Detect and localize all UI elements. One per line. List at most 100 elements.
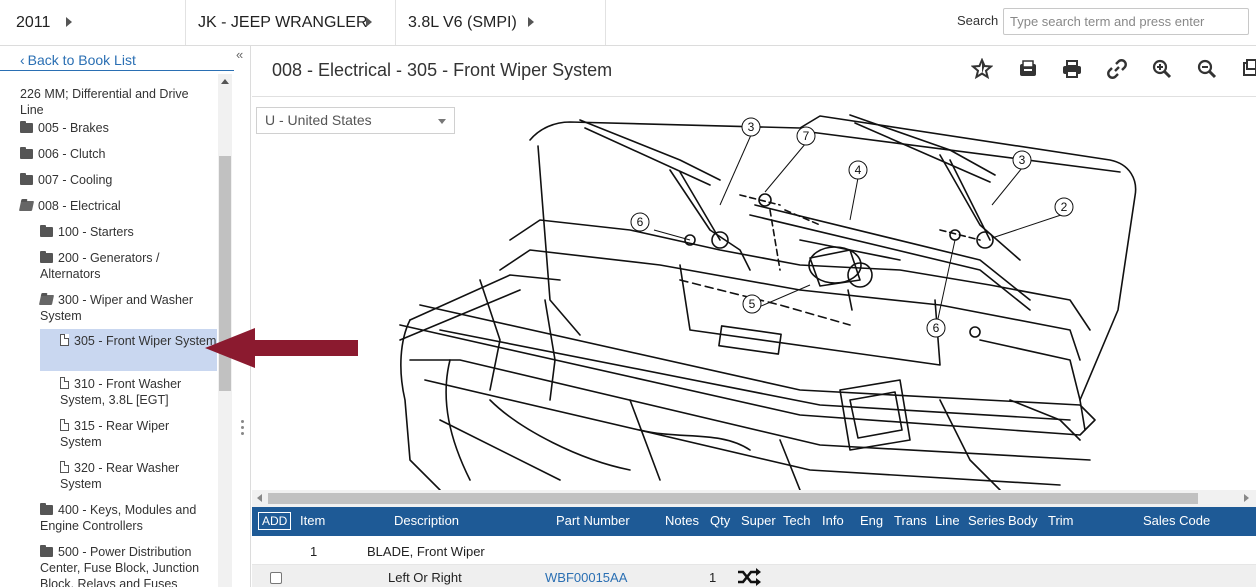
folder-icon <box>40 225 53 237</box>
folder-icon <box>40 545 53 557</box>
tree-item-brakes[interactable]: 005 - Brakes <box>20 120 109 136</box>
model-label: JK - JEEP WRANGLER <box>198 13 368 31</box>
tree-item-cooling[interactable]: 007 - Cooling <box>20 172 112 188</box>
tree-item-differential[interactable]: 226 MM; Differential and Drive Line <box>20 86 210 118</box>
callout-label: 7 <box>803 129 810 143</box>
cell-qty: 1 <box>709 570 717 585</box>
tree-item-label: 100 - Starters <box>58 225 134 239</box>
tree-item-rear-washer[interactable]: 320 - Rear Washer System <box>60 460 200 492</box>
tree-item-label: 500 - Power Distribution Center, Fuse Bl… <box>40 545 200 587</box>
shuffle-icon[interactable] <box>737 568 761 586</box>
tree-item-electrical[interactable]: 008 - Electrical <box>18 198 121 214</box>
table-row[interactable]: Left Or Right WBF00015AA 1 <box>252 564 1256 587</box>
tree-item-front-washer[interactable]: 310 - Front Washer System, 3.8L [EGT] <box>60 376 210 408</box>
tree-item-label: 007 - Cooling <box>38 173 113 187</box>
region-value: U - United States <box>265 112 372 128</box>
tree-item-generators[interactable]: 200 - Generators / Alternators <box>40 250 200 282</box>
model-selector[interactable]: JK - JEEP WRANGLER <box>186 0 396 45</box>
column-header-tech[interactable]: Tech <box>783 513 810 528</box>
star-icon[interactable] <box>971 58 993 80</box>
folder-open-icon <box>38 295 55 305</box>
cell-description: Left Or Right <box>388 570 462 585</box>
divider <box>252 96 1256 97</box>
folder-icon <box>20 121 33 133</box>
year-selector[interactable]: 2011 <box>0 0 186 45</box>
tree-item-label: 008 - Electrical <box>38 199 121 213</box>
inbox-icon[interactable] <box>1017 58 1039 80</box>
column-header-sales-code[interactable]: Sales Code <box>1143 513 1210 528</box>
search-input[interactable] <box>1003 8 1249 35</box>
column-header-info[interactable]: Info <box>822 513 844 528</box>
column-header-description[interactable]: Description <box>394 513 459 528</box>
column-header-trans[interactable]: Trans <box>894 513 927 528</box>
back-link-label: Back to Book List <box>27 52 136 68</box>
tree-item-keys-modules[interactable]: 400 - Keys, Modules and Engine Controlle… <box>40 502 215 534</box>
column-header-notes[interactable]: Notes <box>665 513 699 528</box>
print-icon[interactable] <box>1061 58 1083 80</box>
parts-diagram[interactable]: 3 7 4 3 2 6 5 6 <box>380 100 1140 490</box>
tree-item-label: 315 - Rear Wiper System <box>60 419 170 449</box>
folder-open-icon <box>18 201 35 211</box>
splitter-grip-icon[interactable] <box>241 420 244 423</box>
callout-label: 5 <box>749 297 756 311</box>
tree-item-front-wiper[interactable]: 305 - Front Wiper System <box>40 329 217 371</box>
callout-label: 2 <box>1061 200 1068 214</box>
callout-label: 4 <box>855 163 862 177</box>
callout-label: 3 <box>1019 153 1026 167</box>
add-button[interactable]: ADD <box>258 512 292 530</box>
engine-selector[interactable]: 3.8L V6 (SMPI) <box>396 0 606 45</box>
tree-item-label: 200 - Generators / Alternators <box>40 251 160 281</box>
folder-icon <box>20 147 33 159</box>
column-header-item[interactable]: Item <box>300 513 325 528</box>
tree-item-label: 226 MM; Differential and Drive Line <box>20 87 189 117</box>
chevron-right-icon <box>366 17 372 27</box>
back-to-book-list-link[interactable]: ‹ Back to Book List <box>20 52 136 68</box>
column-header-trim[interactable]: Trim <box>1048 513 1074 528</box>
column-header-line[interactable]: Line <box>935 513 960 528</box>
folder-icon <box>40 503 53 515</box>
tree-item-rear-wiper[interactable]: 315 - Rear Wiper System <box>60 418 190 450</box>
tree-item-label: 005 - Brakes <box>38 121 109 135</box>
column-header-eng[interactable]: Eng <box>860 513 883 528</box>
search-label: Search <box>957 13 999 28</box>
tree-item-label: 400 - Keys, Modules and Engine Controlle… <box>40 503 197 533</box>
tree-item-label: 305 - Front Wiper System <box>74 334 217 348</box>
collapse-sidebar-icon[interactable]: « <box>236 47 243 62</box>
column-header-body[interactable]: Body <box>1008 513 1038 528</box>
callout-label: 6 <box>933 321 940 335</box>
part-number-link[interactable]: WBF00015AA <box>545 570 627 585</box>
top-selector-bar: 2011 JK - JEEP WRANGLER 3.8L V6 (SMPI) S… <box>0 0 1256 46</box>
page-title: 008 - Electrical - 305 - Front Wiper Sys… <box>272 60 613 80</box>
chevron-left-icon: ‹ <box>20 52 25 68</box>
scroll-right-arrow-icon[interactable] <box>1244 494 1249 502</box>
tree-item-label: 310 - Front Washer System, 3.8L [EGT] <box>60 377 182 407</box>
zoom-out-icon[interactable] <box>1196 58 1218 80</box>
parts-table-header: ADD Item Description Part Number Notes Q… <box>252 507 1256 536</box>
document-icon <box>60 461 69 473</box>
diagram-scroll-thumb[interactable] <box>268 493 1198 504</box>
pointer-arrow-icon <box>205 328 358 368</box>
zoom-in-icon[interactable] <box>1151 58 1173 80</box>
engine-label: 3.8L V6 (SMPI) <box>408 13 517 31</box>
chevron-right-icon <box>66 17 72 27</box>
row-select-checkbox[interactable] <box>270 572 282 584</box>
tree-item-wiper-washer[interactable]: 300 - Wiper and Washer System <box>38 292 215 324</box>
table-row[interactable]: 1 BLADE, Front Wiper <box>252 537 1256 564</box>
tree-item-clutch[interactable]: 006 - Clutch <box>20 146 105 162</box>
link-icon[interactable] <box>1106 58 1128 80</box>
column-header-qty[interactable]: Qty <box>710 513 730 528</box>
column-header-part-number[interactable]: Part Number <box>556 513 630 528</box>
column-header-series[interactable]: Series <box>968 513 1005 528</box>
scroll-left-arrow-icon[interactable] <box>257 494 262 502</box>
tree-item-power-distribution[interactable]: 500 - Power Distribution Center, Fuse Bl… <box>40 544 215 587</box>
external-icon[interactable] <box>1240 58 1256 80</box>
cell-item: 1 <box>310 544 318 559</box>
tree-item-label: 006 - Clutch <box>38 147 106 161</box>
panel-splitter[interactable] <box>234 46 251 587</box>
callout-label: 3 <box>748 120 755 134</box>
column-header-super[interactable]: Super <box>741 513 776 528</box>
year-label: 2011 <box>16 13 51 31</box>
tree-item-starters[interactable]: 100 - Starters <box>40 224 134 240</box>
scroll-up-arrow-icon[interactable] <box>221 79 229 84</box>
tree-item-label: 300 - Wiper and Washer System <box>40 293 194 323</box>
